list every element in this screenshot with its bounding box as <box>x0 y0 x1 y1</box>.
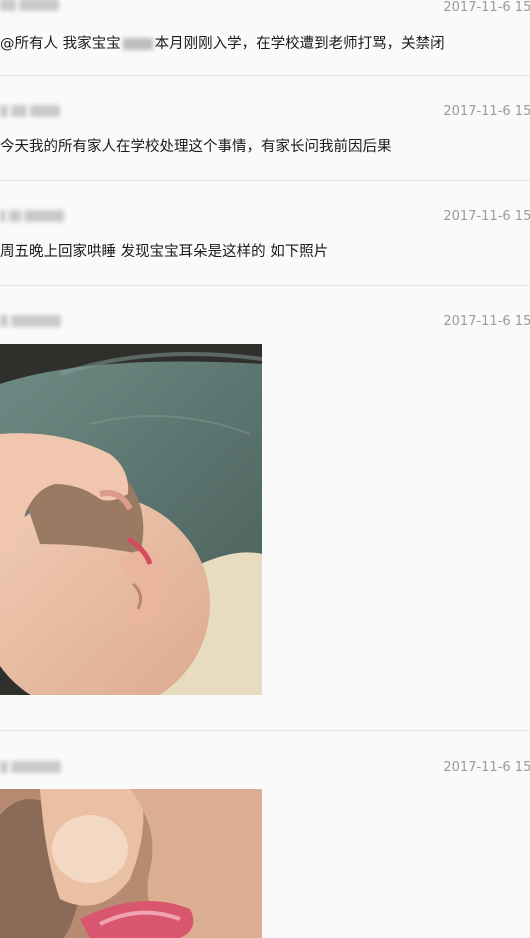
sender-name-redacted <box>0 0 59 12</box>
sender-name-redacted <box>0 314 61 328</box>
sender-name-redacted <box>0 209 64 223</box>
baby-ear-closeup-photo[interactable] <box>0 789 262 938</box>
sender-name-redacted <box>0 104 60 118</box>
message-text: @所有人 我家宝宝 本月刚刚入学，在学校遭到老师打骂，关禁闭 <box>0 36 445 52</box>
message-text: 周五晚上回家哄睡 发现宝宝耳朵是这样的 如下照片 <box>0 244 329 260</box>
divider <box>0 180 530 181</box>
sender-name-redacted <box>0 760 61 774</box>
message-timestamp: 2017-11-6 15:4 <box>443 760 530 775</box>
message-timestamp: 2017-11-6 15:4 <box>443 314 530 329</box>
divider <box>0 730 530 731</box>
baby-ear-photo[interactable] <box>0 344 262 695</box>
divider <box>0 285 530 286</box>
message-timestamp: 2017-11-6 15:4 <box>443 209 530 224</box>
message-text: 今天我的所有家人在学校处理这个事情，有家长问我前因后果 <box>0 139 392 155</box>
message-timestamp: 2017-11-6 15:3 <box>443 104 530 119</box>
photo-illustration <box>0 789 262 938</box>
divider <box>0 75 530 76</box>
photo-illustration <box>0 344 262 695</box>
redacted-name <box>122 38 153 50</box>
message-timestamp: 2017-11-6 15:3 <box>443 0 530 15</box>
